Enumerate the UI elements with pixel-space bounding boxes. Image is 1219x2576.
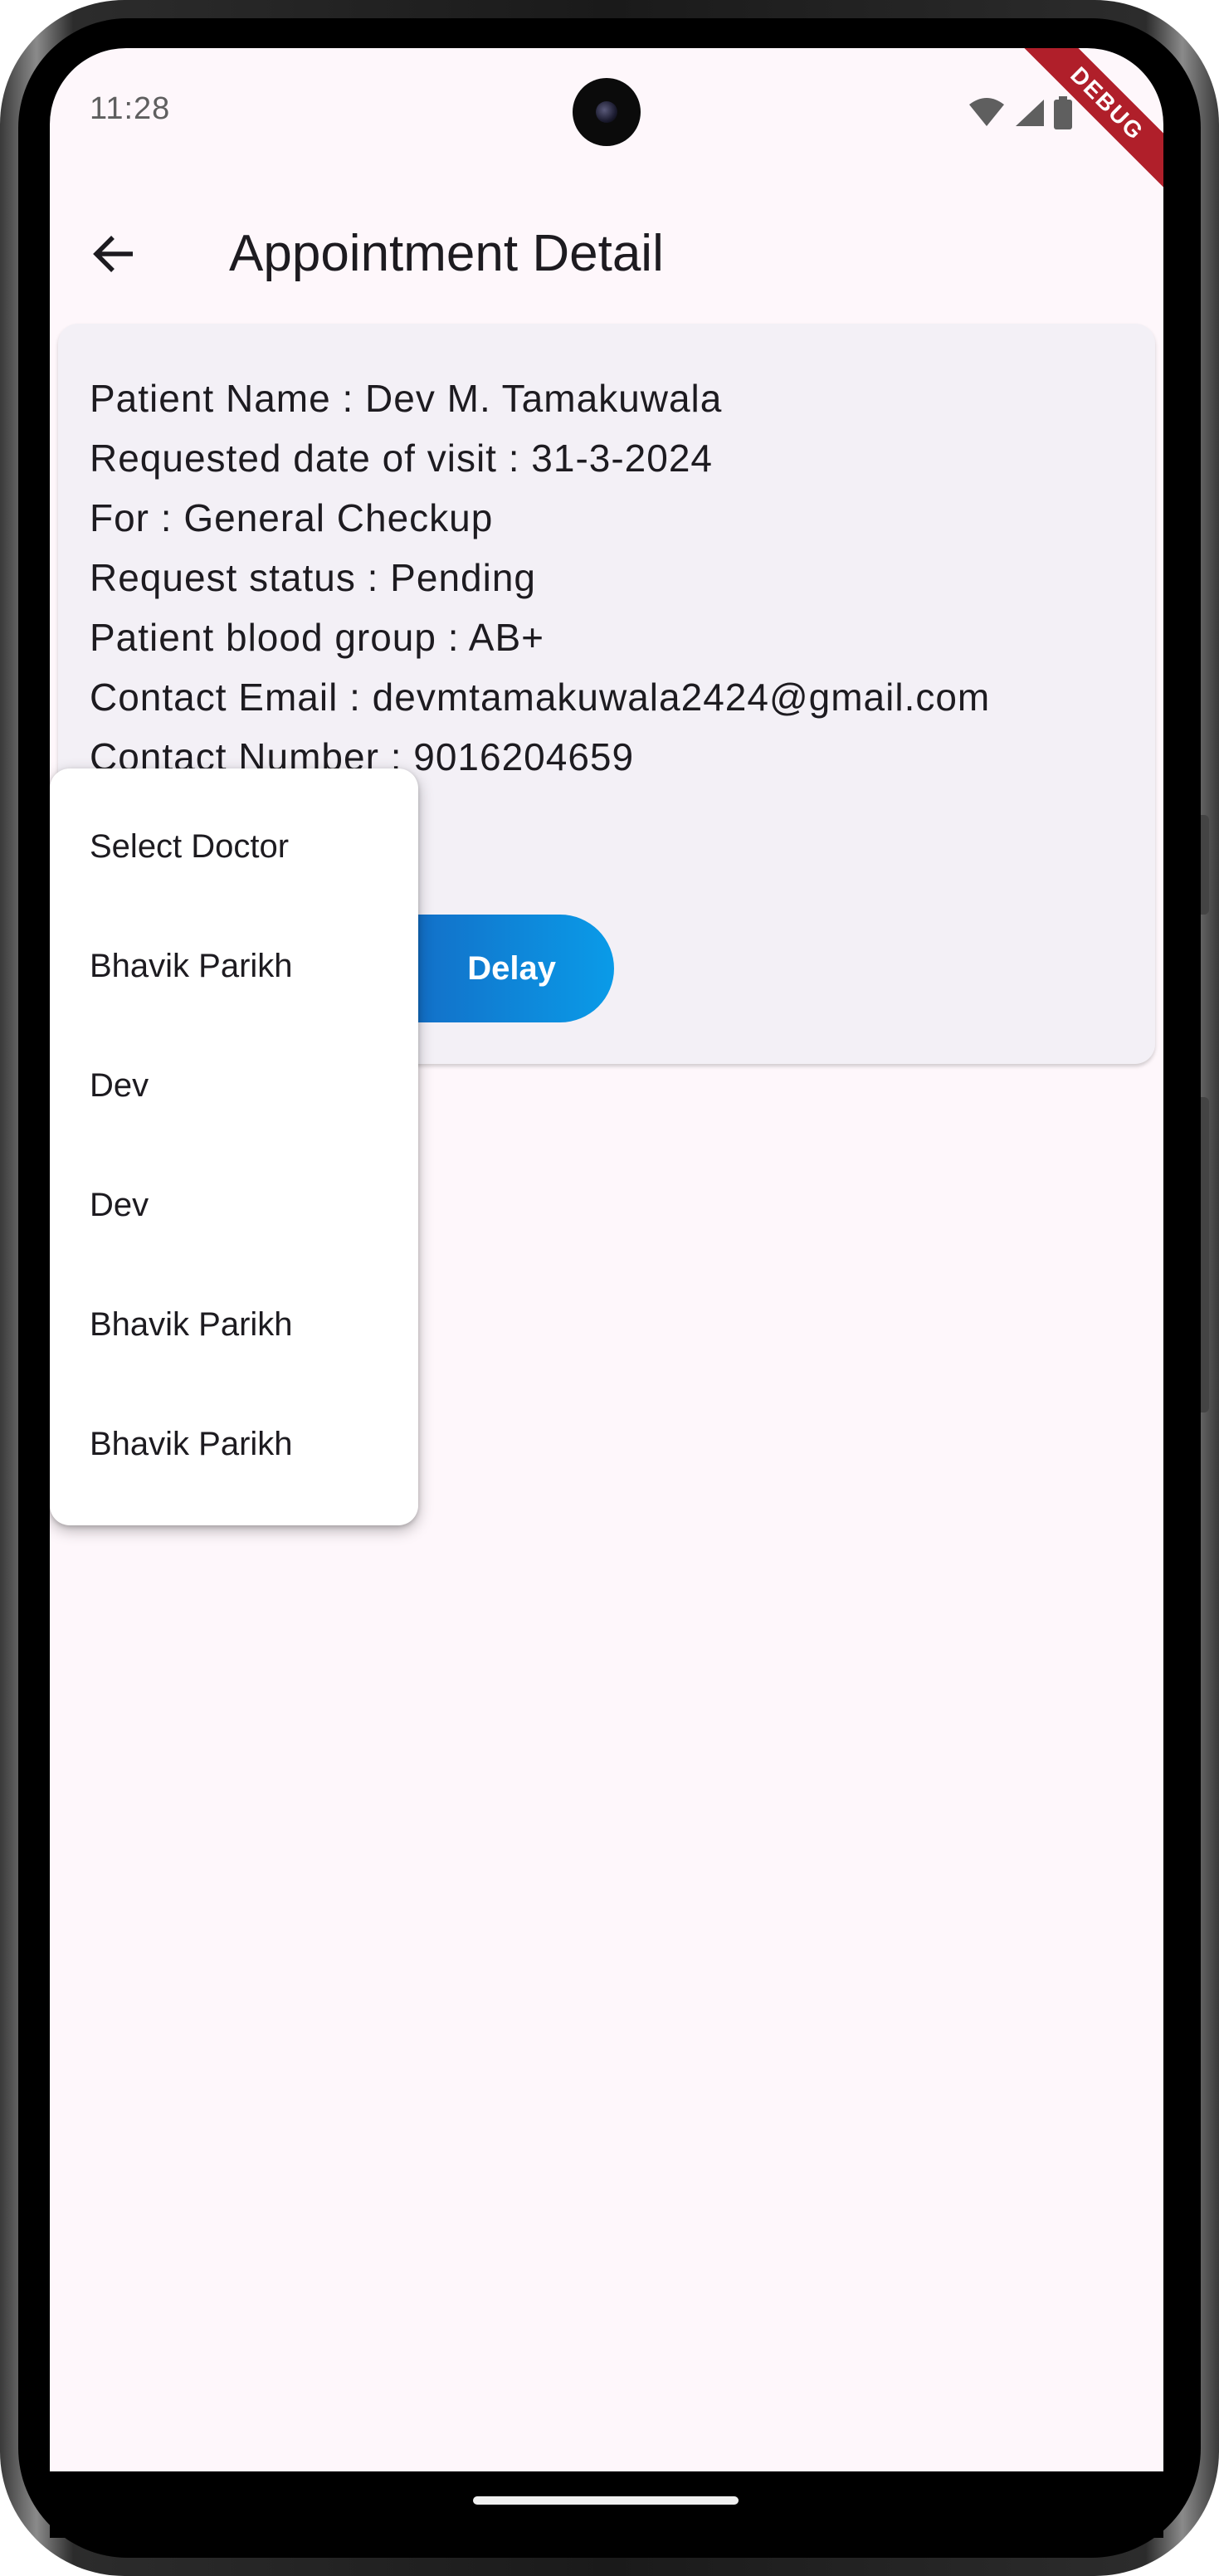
dropdown-item[interactable]: Dev <box>90 1067 149 1105</box>
visit-date: Requested date of visit : 31-3-2024 <box>90 437 714 480</box>
dropdown-item[interactable]: Bhavik Parikh <box>90 948 293 985</box>
app-bar: Appointment Detail <box>50 206 1163 297</box>
appointment-details: Patient Name : Dev M. Tamakuwala Request… <box>90 368 990 787</box>
dropdown-item[interactable]: Bhavik Parikh <box>90 1426 293 1463</box>
volume-button <box>1201 815 1209 915</box>
debug-banner: DEBUG <box>999 48 1163 212</box>
power-button <box>1201 1097 1209 1412</box>
doctor-dropdown-menu: Select Doctor Bhavik Parikh Dev Dev Bhav… <box>50 768 418 1525</box>
request-status: Request status : Pending <box>90 556 536 599</box>
status-time: 11:28 <box>90 91 171 126</box>
visit-purpose: For : General Checkup <box>90 496 494 539</box>
signal-icon <box>1016 100 1044 126</box>
arrow-left-icon[interactable] <box>90 229 139 279</box>
patient-name: Patient Name : Dev M. Tamakuwala <box>90 377 723 420</box>
contact-email: Contact Email : devmtamakuwala2424@gmail… <box>90 676 991 719</box>
dropdown-item[interactable]: Dev <box>90 1187 149 1224</box>
blood-group: Patient blood group : AB+ <box>90 616 545 659</box>
dropdown-item[interactable]: Bhavik Parikh <box>90 1306 293 1344</box>
navigation-bar <box>50 2471 1163 2538</box>
wifi-icon <box>969 98 1004 126</box>
front-camera <box>573 78 641 146</box>
battery-icon <box>1054 96 1072 129</box>
status-icons <box>968 96 1072 129</box>
dropdown-item-select-doctor[interactable]: Select Doctor <box>90 828 289 866</box>
home-indicator[interactable] <box>473 2496 739 2505</box>
app-screen: 11:28 DEBUG Appointment Detail Patient N… <box>50 48 1163 2471</box>
phone-frame: 11:28 DEBUG Appointment Detail Patient N… <box>0 0 1219 2576</box>
page-title: Appointment Detail <box>229 225 664 282</box>
